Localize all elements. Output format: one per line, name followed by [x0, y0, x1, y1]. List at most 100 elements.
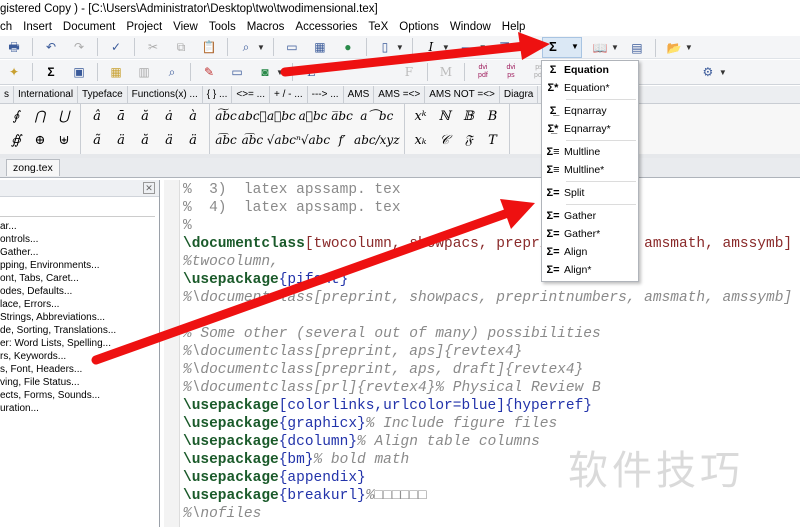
panel-list-item[interactable]: s, Font, Headers... — [0, 363, 159, 376]
italic-icon[interactable]: I — [423, 39, 439, 55]
chevron-down-icon[interactable]: ▼ — [685, 43, 693, 52]
symbol-tab[interactable]: { } ... — [203, 85, 233, 104]
symbol-tab[interactable]: Diagra — [500, 85, 539, 104]
document-icon[interactable]: ▯ — [377, 39, 393, 55]
menu-item-align-star[interactable]: Σ= Align* — [542, 261, 638, 279]
symbol-button[interactable]: 𝔹 — [457, 109, 481, 124]
panel-list-item[interactable]: lace, Errors... — [0, 298, 159, 311]
symbol-button[interactable]: abc⃖ — [238, 109, 267, 123]
list-icon[interactable]: ☰ — [497, 39, 513, 55]
print-icon[interactable]: 🖶 — [6, 39, 22, 55]
paste-icon[interactable]: 📋 — [201, 39, 217, 55]
symbol-button[interactable]: a͡bc — [214, 133, 238, 147]
symbol-button[interactable]: ă — [133, 109, 157, 124]
symbol-button[interactable]: ∯ — [4, 133, 28, 148]
symbol-tab[interactable]: <>= ... — [232, 85, 270, 104]
menu-item-align[interactable]: Σ= Align — [542, 243, 638, 261]
menu-item-project[interactable]: Project — [126, 21, 162, 33]
chevron-down-icon[interactable]: ▼ — [571, 42, 579, 51]
menu-item-document[interactable]: Document — [63, 21, 115, 33]
project-icon[interactable]: ▥ — [136, 64, 152, 80]
symbol-button[interactable]: a⃗bc — [299, 109, 328, 123]
symbol-button[interactable]: abc/xyz — [354, 133, 399, 147]
menu-item-equation[interactable]: Σ Equation — [542, 61, 638, 79]
symbol-button[interactable]: a⏜bc — [360, 109, 393, 124]
chevron-down-icon[interactable]: ▼ — [479, 43, 487, 52]
symbol-tab[interactable]: + / - ... — [270, 85, 308, 104]
chevron-down-icon[interactable]: ▼ — [442, 43, 450, 52]
menu-item-gather-star[interactable]: Σ= Gather* — [542, 225, 638, 243]
symbol-button[interactable]: a̅bc — [330, 109, 354, 123]
menu-item-help[interactable]: Help — [502, 21, 526, 33]
chevron-down-icon[interactable]: ▼ — [611, 43, 619, 52]
latex-button[interactable]: L — [303, 64, 319, 80]
m-button[interactable]: M — [438, 64, 454, 80]
menu-item-multline-star[interactable]: Σ≡ Multline* — [542, 161, 638, 179]
panel-list-item[interactable]: ar... — [0, 220, 159, 233]
table-icon[interactable]: ▦ — [312, 39, 328, 55]
symbol-button[interactable]: ã — [85, 133, 109, 148]
panel-list-item[interactable]: Gather... — [0, 246, 159, 259]
window-list-icon[interactable]: ▣ — [71, 64, 87, 80]
book-icon[interactable]: 📖 — [592, 40, 608, 56]
symbol-button[interactable]: 𝔉 — [457, 133, 481, 148]
menu-item-ch[interactable]: ch — [0, 21, 12, 33]
folder-icon[interactable]: 📂 — [666, 40, 682, 56]
symbol-button[interactable]: ⊕ — [28, 133, 52, 148]
menu-item-split[interactable]: Σ= Split — [542, 184, 638, 202]
symbol-button[interactable]: f′ — [330, 133, 354, 147]
panel-list-item[interactable]: rs, Keywords... — [0, 350, 159, 363]
symbol-tab[interactable]: AMS — [344, 85, 375, 104]
symbol-button[interactable]: ⊎ — [52, 133, 76, 148]
symbol-tab[interactable]: AMS NOT =<> — [425, 85, 500, 104]
menu-item-options[interactable]: Options — [399, 21, 439, 33]
menu-item-insert[interactable]: Insert — [23, 21, 52, 33]
panel-icon[interactable]: ▭ — [229, 64, 245, 80]
symbol-button[interactable]: a͠bc — [214, 109, 238, 123]
menu-item-tools[interactable]: Tools — [209, 21, 236, 33]
symbol-button[interactable]: √abc — [267, 133, 296, 147]
panel-list-item[interactable]: er: Word Lists, Spelling... — [0, 337, 159, 350]
menu-item-equation-star[interactable]: Σ* Equation* — [542, 79, 638, 97]
symbol-button[interactable]: a͡bc — [240, 133, 264, 147]
symbol-button[interactable]: ℕ — [433, 109, 457, 124]
dvi-pdf-button[interactable]: dvi pdf — [475, 64, 491, 80]
symbol-button[interactable]: ȧ — [157, 109, 181, 124]
chevron-down-icon[interactable]: ▼ — [276, 68, 284, 77]
wizard-icon[interactable]: ✦ — [6, 64, 22, 80]
panel-filter-input[interactable] — [0, 197, 155, 217]
menu-item-eqnarray[interactable]: Σ̲ Eqnarray — [542, 102, 638, 120]
menu-item-window[interactable]: Window — [450, 21, 491, 33]
search-icon[interactable]: ⌕ — [164, 64, 180, 80]
menu-item-view[interactable]: View — [173, 21, 198, 33]
menu-item-macros[interactable]: Macros — [247, 21, 285, 33]
symbol-tab[interactable]: Typeface — [78, 85, 128, 104]
panel-list-item[interactable]: Strings, Abbreviations... — [0, 311, 159, 324]
spellcheck-icon[interactable]: ✓ — [108, 39, 124, 55]
panel-list-item[interactable]: ont, Tabs, Caret... — [0, 272, 159, 285]
link-icon[interactable]: ● — [340, 39, 356, 55]
undo-icon[interactable]: ↶ — [43, 39, 59, 55]
symbol-button[interactable]: 𝒞 — [433, 133, 457, 148]
close-icon[interactable]: ✕ — [143, 182, 155, 194]
symbol-button[interactable]: ā — [109, 109, 133, 124]
dvi-ps-button[interactable]: dvi ps — [503, 64, 519, 80]
symbol-button[interactable]: xᵏ — [409, 109, 433, 124]
find-icon[interactable]: ⌕ — [238, 39, 254, 55]
panel-list-item[interactable]: pping, Environments... — [0, 259, 159, 272]
box-icon[interactable]: ▬ — [460, 39, 476, 55]
panel-list-item[interactable]: ects, Forms, Sounds... — [0, 389, 159, 402]
panel-list-item[interactable]: uration... — [0, 402, 159, 415]
menu-item-tex[interactable]: TeX — [368, 21, 388, 33]
menu-item-eqnarray-star[interactable]: Σ̲* Eqnarray* — [542, 120, 638, 138]
symbol-tab[interactable]: International — [14, 85, 79, 104]
symbol-button[interactable]: ⁿ√abc — [296, 133, 330, 147]
window-icon[interactable]: ▤ — [629, 40, 645, 56]
symbol-button[interactable]: ä — [181, 133, 205, 148]
symbol-button[interactable]: â — [85, 109, 109, 124]
symbol-tab[interactable]: AMS =<> — [374, 85, 426, 104]
tab-zong-tex[interactable]: zong.tex — [6, 159, 60, 176]
menu-item-multline[interactable]: Σ≡ Multline — [542, 143, 638, 161]
symbol-button[interactable]: ⋃ — [52, 109, 76, 124]
symbol-button[interactable]: ä — [109, 133, 133, 148]
